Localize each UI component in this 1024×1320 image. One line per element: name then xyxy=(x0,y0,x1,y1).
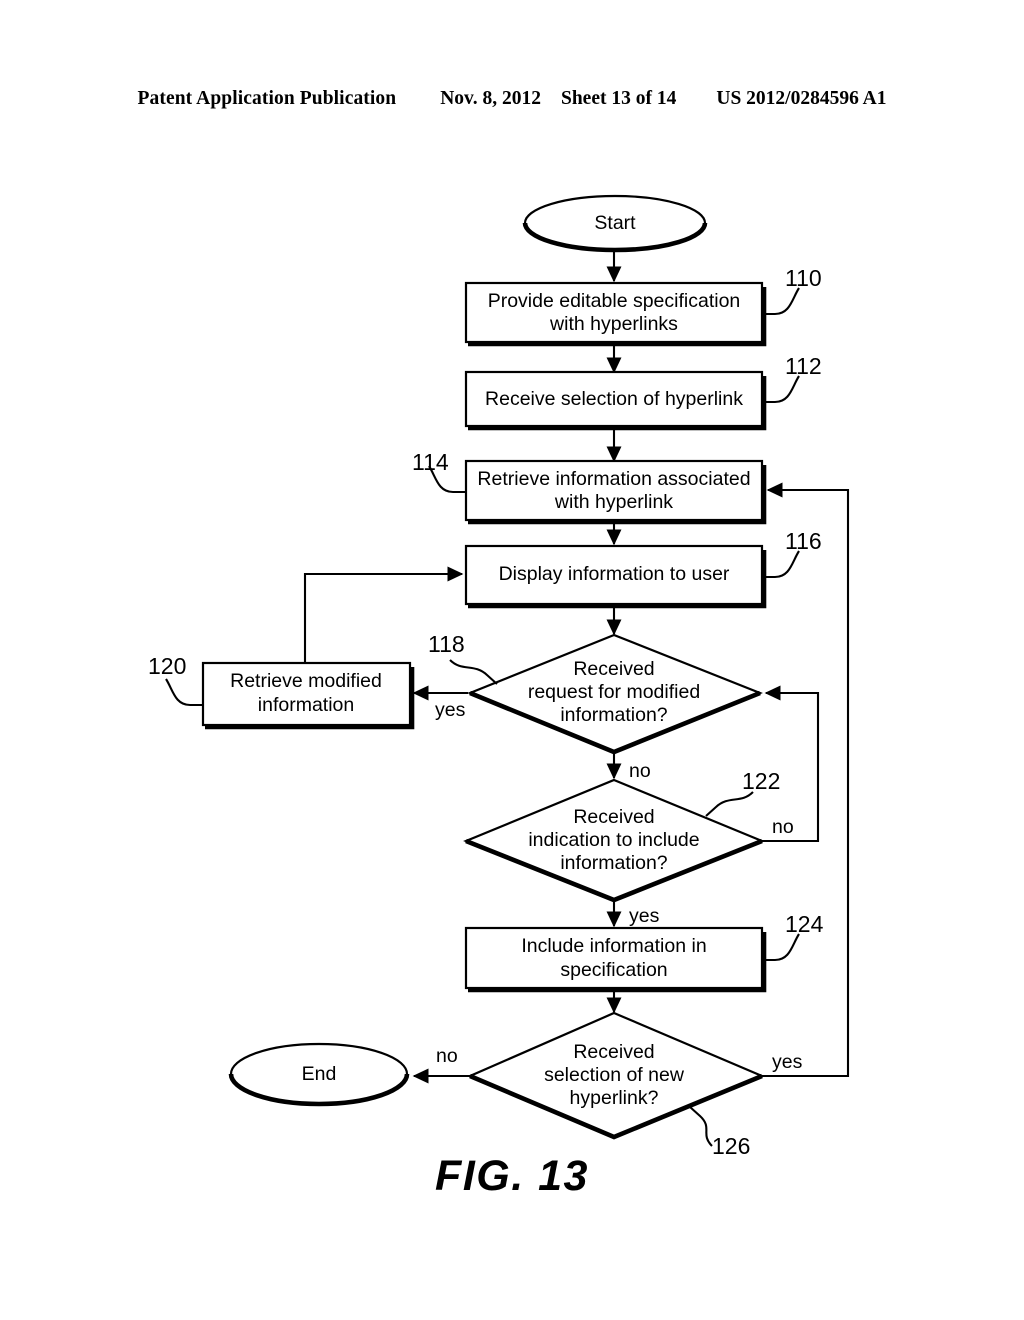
figure-caption: FIG. 13 xyxy=(435,1152,589,1200)
edge-label-122-no: no xyxy=(772,816,794,838)
ref-number-120: 120 xyxy=(148,653,186,679)
node-122-label-line1: Received xyxy=(573,806,654,828)
patent-drawing-page: Patent Application Publication Nov. 8, 20… xyxy=(0,0,1024,1320)
node-110-label-line1: Provide editable specification xyxy=(488,290,741,312)
node-114-label-line2: with hyperlink xyxy=(554,491,673,513)
node-start: Start xyxy=(522,194,708,253)
ref-number-122: 122 xyxy=(742,768,780,794)
node-126-label-line1: Received xyxy=(573,1041,654,1063)
node-122-label-line3: information? xyxy=(560,852,667,874)
node-118-label-line3: information? xyxy=(560,704,667,726)
leader-112 xyxy=(762,375,800,404)
node-120-label-line2: information xyxy=(258,694,354,716)
edge-label-126-yes: yes xyxy=(772,1051,803,1073)
node-126: Received selection of new hyperlink? 126… xyxy=(436,1011,803,1159)
leader-116 xyxy=(762,550,800,579)
leader-110 xyxy=(762,287,800,316)
leader-124 xyxy=(762,933,800,962)
node-112: Receive selection of hyperlink 112 xyxy=(464,353,822,431)
node-118: Received request for modified informatio… xyxy=(428,631,763,782)
ref-number-110: 110 xyxy=(785,265,822,291)
node-116-label-line1: Display information to user xyxy=(499,563,730,585)
ref-number-112: 112 xyxy=(785,353,822,379)
node-116: Display information to user 116 xyxy=(464,528,822,609)
ref-number-118: 118 xyxy=(428,631,465,657)
node-110: Provide editable specification with hype… xyxy=(464,265,822,347)
edge-label-118-yes: yes xyxy=(435,699,466,721)
ref-number-116: 116 xyxy=(785,528,822,554)
node-122: Received indication to include informati… xyxy=(463,768,794,927)
node-start-label: Start xyxy=(594,212,636,234)
leader-120 xyxy=(165,678,203,707)
edge-label-126-no: no xyxy=(436,1045,458,1067)
edge-label-118-no: no xyxy=(629,760,651,782)
ref-number-114: 114 xyxy=(412,449,449,475)
edge-label-122-yes: yes xyxy=(629,905,660,927)
node-114: Retrieve information associated with hyp… xyxy=(412,449,767,525)
leader-122 xyxy=(705,791,754,817)
node-end-label: End xyxy=(302,1063,337,1085)
node-126-label-line3: hyperlink? xyxy=(570,1087,659,1109)
node-126-label-line2: selection of new xyxy=(544,1064,685,1086)
ref-number-124: 124 xyxy=(785,911,824,937)
node-112-label-line1: Receive selection of hyperlink xyxy=(485,388,743,410)
node-114-label-line1: Retrieve information associated xyxy=(477,468,750,490)
node-120: Retrieve modified information 120 xyxy=(148,653,415,730)
node-end: End xyxy=(228,1042,410,1107)
node-118-label-line1: Received xyxy=(573,658,654,680)
node-122-label-line2: indication to include xyxy=(528,829,699,851)
node-110-label-line2: with hyperlinks xyxy=(549,313,678,335)
leader-126 xyxy=(689,1106,713,1147)
flowchart-diagram: Start Provide editable specification wit… xyxy=(148,194,850,1159)
leader-118 xyxy=(449,659,498,685)
node-124-label-line1: Include information in xyxy=(521,935,706,957)
node-120-label-line1: Retrieve modified xyxy=(230,670,382,692)
node-118-label-line2: request for modified xyxy=(528,681,700,703)
node-124-label-line2: specification xyxy=(560,959,667,981)
